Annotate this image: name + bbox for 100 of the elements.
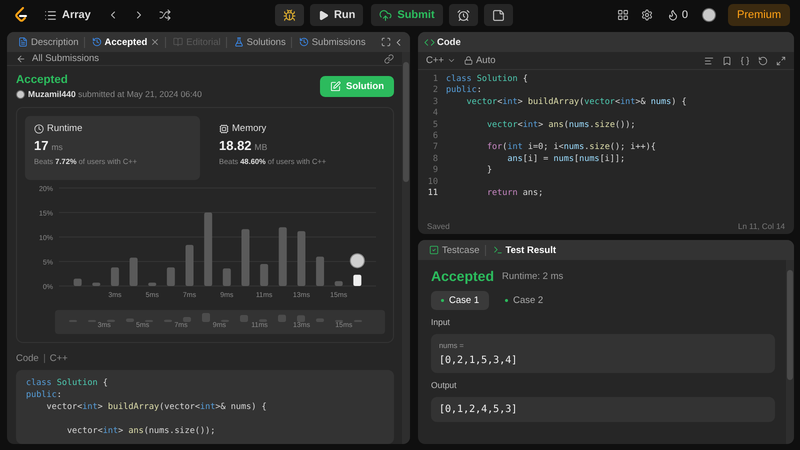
premium-button[interactable]: Premium [728, 4, 790, 26]
line-number: 8 [432, 154, 439, 166]
terminal-icon [492, 245, 502, 255]
input-label: Input [431, 317, 451, 327]
document-icon [18, 37, 28, 47]
flame-icon [666, 9, 679, 21]
scrollbar[interactable] [786, 260, 794, 444]
auto-mode-button[interactable]: Auto [464, 55, 496, 66]
timer-button[interactable] [448, 4, 478, 26]
code-block: class Solution { public: vector<int> buildArray(vector<int>& nums) { vector<int> ans(nums.size()); [16, 370, 394, 444]
line-number: 6 [432, 130, 439, 142]
cursor-position: Ln 11, Col 14 [738, 222, 785, 230]
logo-icon[interactable] [14, 7, 28, 23]
history-icon [92, 37, 102, 47]
run-button[interactable]: Run [310, 4, 364, 26]
line-number: 9 [432, 165, 439, 177]
panel-tab[interactable]: Submissions [294, 36, 371, 48]
problem-list-button[interactable]: Array [42, 6, 93, 24]
line-number: 5 [432, 120, 439, 131]
stat-value: 17 [34, 138, 48, 153]
histogram-bar [148, 282, 156, 286]
histogram-bar [186, 244, 194, 286]
shuffle-icon[interactable] [158, 9, 171, 21]
notes-button[interactable] [484, 4, 513, 26]
line-number: 4 [432, 108, 439, 120]
avatar-icon [350, 253, 365, 268]
maximize-icon[interactable] [381, 37, 391, 47]
stat-unit: ms [51, 142, 63, 152]
panel-tab[interactable]: Description [13, 36, 85, 48]
line-number: 10 [426, 176, 439, 188]
language-label: C++ [50, 353, 68, 364]
all-submissions-link[interactable]: All Submissions [32, 53, 100, 64]
avatar[interactable] [702, 8, 716, 22]
code-label: Code [16, 353, 39, 364]
result-status: Accepted [431, 268, 494, 284]
book-icon [173, 37, 184, 47]
case-tab[interactable]: Case 2 [495, 291, 554, 310]
play-icon [318, 10, 329, 20]
back-arrow-icon[interactable] [16, 54, 26, 64]
case-tab[interactable]: Case 1 [431, 291, 490, 310]
histogram-bar [110, 267, 119, 286]
code-editor[interactable]: 1 class Solution { 2 public: 3 vector<int> buildArray(vector<int>& nums) { 4 5 vector<int> ans(nums.size()); 6 7 for(int i=0; i<nums.size(); i++){ 8 ans[i] = nums[nums[i]]; 9 } 10 11 return ans; [418, 70, 794, 218]
bookmark-icon[interactable] [722, 56, 732, 66]
code-icon [424, 36, 435, 48]
grid-icon[interactable] [616, 9, 629, 21]
avatar [16, 90, 25, 98]
stat-value: 18.82 [219, 138, 252, 153]
histogram-bar [130, 258, 138, 286]
histogram-bar [334, 281, 343, 286]
histogram-bar [74, 278, 82, 286]
panel-tab[interactable]: Testcase [424, 244, 486, 256]
note-icon [492, 8, 505, 22]
submit-button[interactable]: Submit [371, 4, 443, 26]
settings-icon[interactable] [640, 9, 653, 21]
close-icon[interactable] [150, 37, 160, 47]
lock-icon [464, 56, 473, 65]
highlighted-bar [353, 274, 362, 286]
cloud-upload-icon [379, 8, 392, 22]
streak-counter[interactable]: 0 [664, 7, 690, 23]
panel-tab[interactable]: Test Result [488, 244, 562, 256]
histogram-bar [297, 231, 306, 286]
link-icon[interactable] [384, 54, 394, 64]
histogram-bar [222, 268, 231, 286]
bug-icon [282, 8, 296, 22]
checkbox-icon [429, 245, 439, 255]
history-icon [298, 37, 309, 47]
format-icon[interactable] [704, 56, 714, 66]
stat-unit: MB [254, 142, 268, 152]
panel-tab[interactable]: Solutions [228, 36, 292, 48]
braces-icon[interactable] [740, 56, 750, 66]
clock-icon [34, 124, 44, 134]
line-number: 7 [432, 142, 439, 154]
flask-icon [234, 37, 244, 47]
line-number: 2 [432, 85, 439, 97]
stat-title: Runtime [47, 123, 82, 134]
histogram-bar [166, 267, 175, 286]
histogram-bar [316, 256, 324, 286]
submission-byline: Muzamil440 submitted at May 21, 2024 06:40 [28, 89, 202, 99]
line-number: 11 [426, 188, 439, 200]
alarm-clock-icon [456, 8, 470, 22]
reset-icon[interactable] [758, 56, 768, 66]
status-text: Accepted [16, 74, 69, 86]
panel-tab[interactable]: Accepted [86, 36, 166, 48]
output-value: [0,1,2,4,5,3] [439, 404, 518, 415]
output-label: Output [431, 380, 458, 390]
chip-icon [219, 124, 229, 134]
input-value: [0,2,1,5,3,4] [439, 355, 518, 366]
debug-button[interactable] [274, 4, 304, 26]
histogram-bar [241, 229, 250, 286]
expand-icon[interactable] [776, 56, 786, 66]
runtime-text: Runtime: 2 ms [502, 270, 564, 282]
chevron-down-icon [446, 56, 456, 65]
line-number: 3 [432, 96, 439, 108]
edit-icon [330, 81, 341, 92]
stat-title: Memory [232, 123, 266, 134]
scrollbar[interactable] [402, 52, 410, 444]
histogram-bar [92, 282, 100, 286]
histogram-bar [260, 264, 268, 286]
save-status: Saved [427, 222, 450, 230]
language-dropdown[interactable]: C++ [426, 55, 456, 66]
